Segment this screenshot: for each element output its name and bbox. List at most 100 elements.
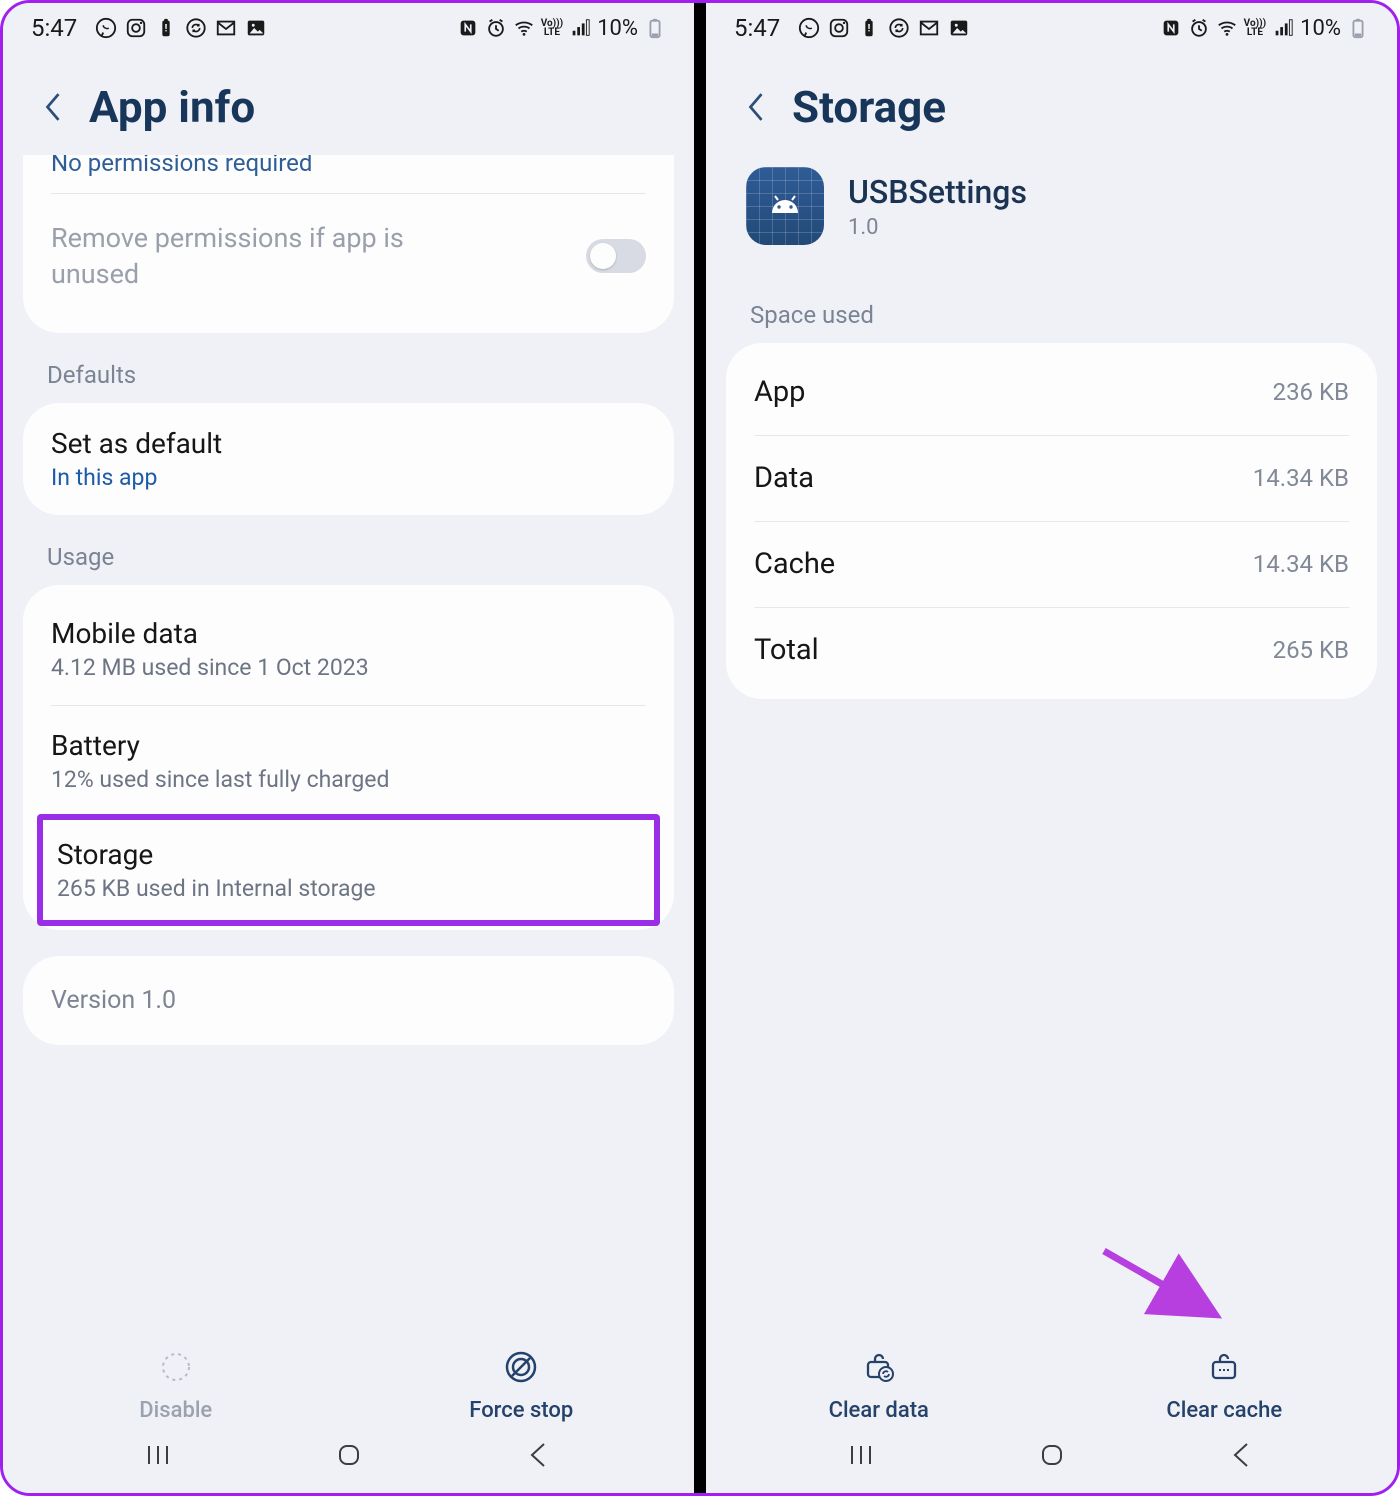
- page-header: App info: [3, 53, 694, 155]
- data-size-value: 14.34 KB: [1253, 464, 1349, 492]
- alarm-icon: [485, 17, 507, 39]
- status-time: 5:47: [31, 14, 77, 42]
- battery-icon: [644, 17, 666, 39]
- total-size-label: Total: [754, 633, 819, 667]
- battery-row[interactable]: Battery 12% used since last fully charge…: [23, 705, 674, 817]
- app-version: 1.0: [848, 215, 1027, 240]
- svg-text:!: !: [165, 24, 168, 35]
- remove-permissions-label: Remove permissions if app is unused: [51, 220, 481, 293]
- permissions-card: No permissions required Remove permissio…: [23, 155, 674, 333]
- remove-permissions-toggle[interactable]: [586, 239, 646, 273]
- gmail-icon: [918, 17, 940, 39]
- app-size-label: App: [754, 375, 806, 409]
- nav-bar: [3, 1429, 694, 1493]
- bottom-actions: Disable Force stop: [3, 1340, 694, 1429]
- clear-data-label: Clear data: [829, 1398, 929, 1423]
- status-time: 5:47: [734, 14, 780, 42]
- signal-icon: [1272, 17, 1294, 39]
- nav-home[interactable]: [334, 1440, 364, 1474]
- nav-bar: [706, 1429, 1397, 1493]
- screenshot-divider: [694, 3, 706, 1493]
- page-title: Storage: [792, 81, 946, 133]
- wifi-icon: [513, 17, 535, 39]
- disable-button: Disable: [3, 1350, 349, 1423]
- sync-icon: [888, 17, 910, 39]
- battery-low-icon: !: [858, 17, 880, 39]
- status-bar: 5:47 ! Vo)))LTE 10%: [706, 3, 1397, 53]
- right-phone: 5:47 ! Vo)))LTE 10% Stora: [706, 3, 1397, 1493]
- volte-icon: Vo)))LTE: [541, 19, 564, 37]
- app-size-value: 236 KB: [1273, 378, 1349, 406]
- total-size-row: Total 265 KB: [726, 607, 1377, 693]
- version-card[interactable]: Version 1.0: [23, 956, 674, 1045]
- nfc-icon: [457, 17, 479, 39]
- storage-row[interactable]: Storage 265 KB used in Internal storage: [57, 838, 640, 902]
- volte-icon: Vo)))LTE: [1244, 19, 1267, 37]
- instagram-icon: [828, 17, 850, 39]
- force-stop-icon: [504, 1350, 538, 1390]
- signal-icon: [569, 17, 591, 39]
- battery-title: Battery: [51, 729, 646, 762]
- cache-size-row: Cache 14.34 KB: [726, 521, 1377, 607]
- left-phone: 5:47 ! Vo)))LTE 10%: [3, 3, 694, 1493]
- space-used-card: App 236 KB Data 14.34 KB Cache 14.34 KB …: [726, 343, 1377, 699]
- instagram-icon: [125, 17, 147, 39]
- app-icon: [746, 167, 824, 245]
- cache-size-value: 14.34 KB: [1253, 550, 1349, 578]
- clear-cache-icon: [1207, 1350, 1241, 1390]
- bottom-actions: Clear data Clear cache: [706, 1340, 1397, 1429]
- nav-back[interactable]: [1227, 1440, 1257, 1474]
- battery-icon: [1347, 17, 1369, 39]
- mobile-data-title: Mobile data: [51, 617, 646, 650]
- nav-recents[interactable]: [846, 1440, 876, 1474]
- space-used-label: Space used: [706, 291, 1397, 343]
- storage-title: Storage: [57, 838, 640, 871]
- wifi-icon: [1216, 17, 1238, 39]
- total-size-value: 265 KB: [1273, 636, 1349, 664]
- page-header: Storage: [706, 53, 1397, 155]
- mobile-data-row[interactable]: Mobile data 4.12 MB used since 1 Oct 202…: [23, 593, 674, 705]
- data-size-row: Data 14.34 KB: [726, 435, 1377, 521]
- back-button[interactable]: [740, 91, 772, 123]
- defaults-section-label: Defaults: [3, 333, 694, 403]
- gallery-icon: [245, 17, 267, 39]
- status-bar: 5:47 ! Vo)))LTE 10%: [3, 3, 694, 53]
- nav-home[interactable]: [1037, 1440, 1067, 1474]
- storage-sub: 265 KB used in Internal storage: [57, 875, 640, 902]
- cache-size-label: Cache: [754, 547, 835, 581]
- set-default-title: Set as default: [51, 427, 646, 460]
- sync-icon: [185, 17, 207, 39]
- battery-sub: 12% used since last fully charged: [51, 766, 646, 793]
- battery-percent: 10%: [1300, 16, 1341, 41]
- gmail-icon: [215, 17, 237, 39]
- nav-recents[interactable]: [143, 1440, 173, 1474]
- nav-back[interactable]: [524, 1440, 554, 1474]
- disable-label: Disable: [139, 1398, 212, 1423]
- page-title: App info: [89, 81, 255, 133]
- defaults-card: Set as default In this app: [23, 403, 674, 515]
- usage-card: Mobile data 4.12 MB used since 1 Oct 202…: [23, 585, 674, 930]
- app-info-block: USBSettings 1.0: [706, 155, 1397, 291]
- data-size-label: Data: [754, 461, 814, 495]
- svg-text:!: !: [868, 24, 871, 35]
- disable-icon: [159, 1350, 193, 1390]
- set-default-sub: In this app: [51, 464, 646, 491]
- remove-permissions-row[interactable]: Remove permissions if app is unused: [23, 194, 674, 323]
- clear-data-button[interactable]: Clear data: [706, 1350, 1052, 1423]
- force-stop-button[interactable]: Force stop: [349, 1350, 695, 1423]
- back-button[interactable]: [37, 91, 69, 123]
- clear-data-icon: [862, 1350, 896, 1390]
- clear-cache-button[interactable]: Clear cache: [1052, 1350, 1398, 1423]
- mobile-data-sub: 4.12 MB used since 1 Oct 2023: [51, 654, 646, 681]
- usage-section-label: Usage: [3, 515, 694, 585]
- whatsapp-icon: [95, 17, 117, 39]
- whatsapp-icon: [798, 17, 820, 39]
- version-text: Version 1.0: [51, 986, 176, 1015]
- battery-low-icon: !: [155, 17, 177, 39]
- nfc-icon: [1160, 17, 1182, 39]
- gallery-icon: [948, 17, 970, 39]
- alarm-icon: [1188, 17, 1210, 39]
- set-default-row[interactable]: Set as default In this app: [23, 403, 674, 515]
- force-stop-label: Force stop: [469, 1398, 573, 1423]
- clear-cache-label: Clear cache: [1166, 1398, 1282, 1423]
